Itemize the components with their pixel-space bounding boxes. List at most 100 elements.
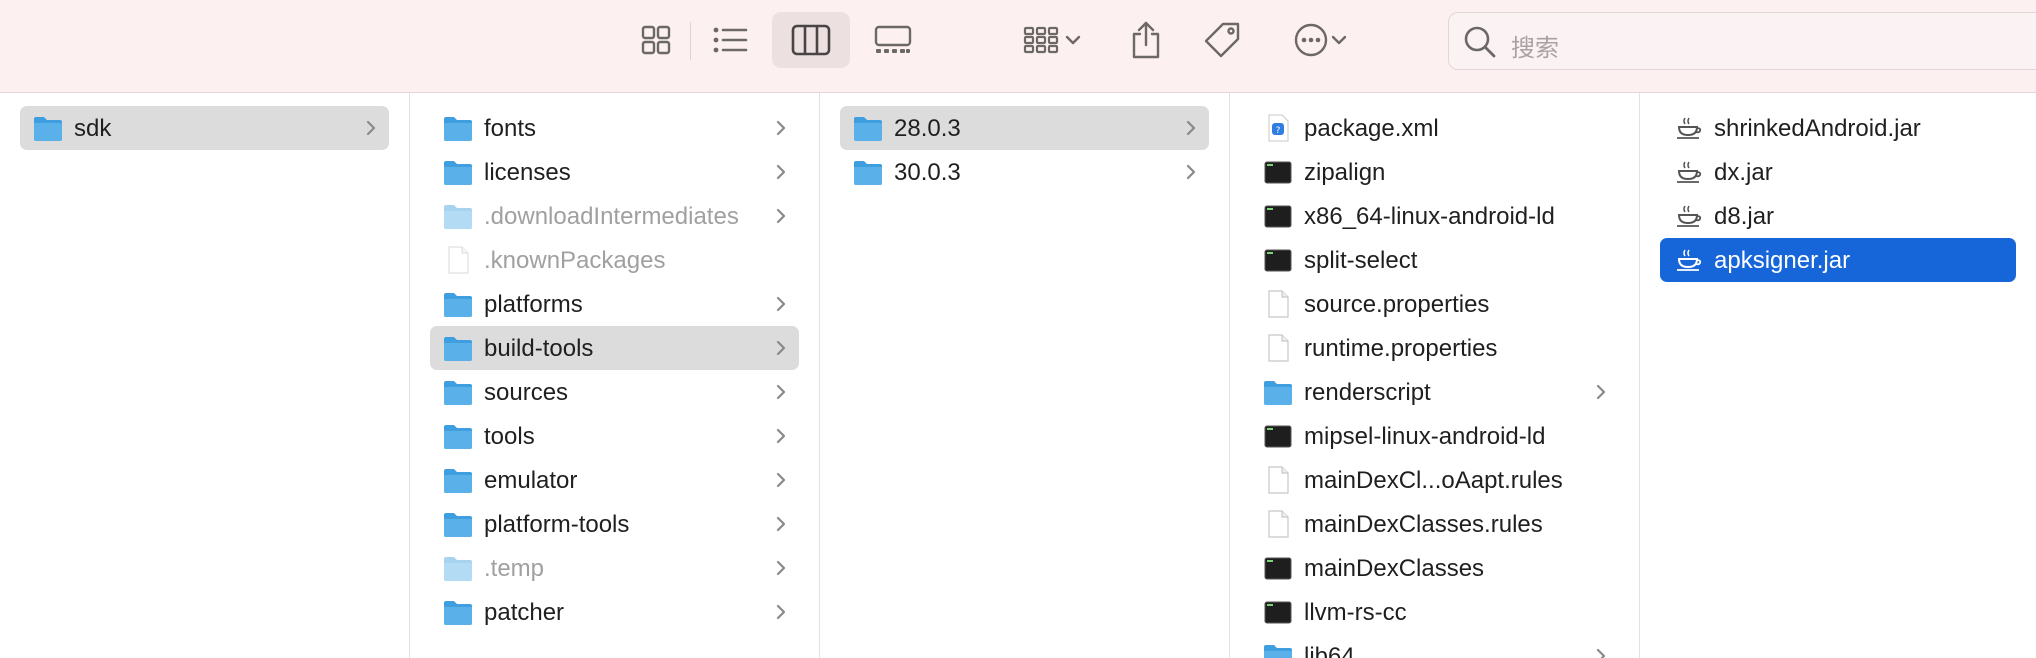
folder-row[interactable]: .temp [430, 546, 799, 590]
column-3[interactable]: 28.0.3 30.0.3 [820, 93, 1230, 658]
folder-row[interactable]: renderscript [1250, 370, 1619, 414]
folder-row[interactable]: licenses [430, 150, 799, 194]
file-row[interactable]: runtime.properties [1250, 326, 1619, 370]
file-row[interactable]: zipalign [1250, 150, 1619, 194]
file-row[interactable]: source.properties [1250, 282, 1619, 326]
group-button[interactable] [1012, 12, 1094, 68]
folder-row[interactable]: 30.0.3 [840, 150, 1209, 194]
folder-icon [32, 114, 64, 142]
share-button[interactable] [1124, 12, 1168, 68]
file-row[interactable]: apksigner.jar [1660, 238, 2016, 282]
item-name: x86_64-linux-android-ld [1304, 203, 1555, 230]
item-name: 28.0.3 [894, 115, 961, 142]
gallery-view-icon [874, 25, 912, 53]
folder-icon [852, 114, 884, 142]
file-row[interactable]: shrinkedAndroid.jar [1660, 106, 2016, 150]
folder-icon [442, 598, 474, 626]
tag-button[interactable] [1198, 12, 1246, 68]
search-placeholder: 搜索 [1511, 35, 1559, 62]
item-name: llvm-rs-cc [1304, 599, 1407, 626]
folder-icon [442, 466, 474, 494]
folder-icon [1262, 642, 1294, 658]
xml-file-icon: ? [1262, 114, 1294, 142]
terminal-exec-icon [1262, 598, 1294, 626]
file-row[interactable]: ? package.xml [1250, 106, 1619, 150]
document-icon [1262, 466, 1294, 494]
chevron-right-icon [769, 292, 793, 316]
icon-view-button[interactable] [630, 12, 682, 68]
file-row[interactable]: mainDexClasses [1250, 546, 1619, 590]
chevron-right-icon [1589, 380, 1613, 404]
folder-row[interactable]: 28.0.3 [840, 106, 1209, 150]
item-name: emulator [484, 467, 578, 494]
folder-icon [442, 334, 474, 362]
folder-icon [442, 510, 474, 538]
item-name: package.xml [1304, 115, 1439, 142]
folder-row[interactable]: sdk [20, 106, 389, 150]
column-4[interactable]: ? package.xml zipalign x86_64-linux-andr… [1230, 93, 1640, 658]
item-name: platform-tools [484, 511, 630, 538]
folder-row[interactable]: platforms [430, 282, 799, 326]
chevron-right-icon [1179, 116, 1203, 140]
folder-row[interactable]: build-tools [430, 326, 799, 370]
item-name: lib64 [1304, 643, 1355, 658]
folder-row[interactable]: platform-tools [430, 502, 799, 546]
item-name: shrinkedAndroid.jar [1714, 115, 1921, 142]
file-row[interactable]: dx.jar [1660, 150, 2016, 194]
item-name: renderscript [1304, 379, 1431, 406]
document-icon [1262, 334, 1294, 362]
chevron-right-icon [769, 336, 793, 360]
java-jar-icon [1672, 246, 1704, 274]
chevron-right-icon [769, 556, 793, 580]
file-row[interactable]: .knownPackages [430, 238, 799, 282]
file-row[interactable]: llvm-rs-cc [1250, 590, 1619, 634]
chevron-right-icon [769, 116, 793, 140]
folder-icon [442, 290, 474, 318]
list-view-button[interactable] [702, 12, 758, 68]
item-name: build-tools [484, 335, 594, 362]
file-row[interactable]: mipsel-linux-android-ld [1250, 414, 1619, 458]
search-field[interactable]: 搜索 [1448, 12, 2036, 70]
column-view-icon [791, 24, 831, 56]
more-actions-button[interactable] [1282, 12, 1360, 68]
file-row[interactable]: d8.jar [1660, 194, 2016, 238]
item-name: runtime.properties [1304, 335, 1498, 362]
item-name: fonts [484, 115, 537, 142]
item-name: mipsel-linux-android-ld [1304, 423, 1546, 450]
item-name: .knownPackages [484, 247, 666, 274]
document-icon [1262, 290, 1294, 318]
folder-row[interactable]: tools [430, 414, 799, 458]
folder-row[interactable]: .downloadIntermediates [430, 194, 799, 238]
item-name: mainDexCl...oAapt.rules [1304, 467, 1563, 494]
java-jar-icon [1672, 202, 1704, 230]
item-name: licenses [484, 159, 571, 186]
chevron-right-icon [769, 204, 793, 228]
folder-row[interactable]: patcher [430, 590, 799, 634]
gallery-view-button[interactable] [862, 12, 924, 68]
item-name: patcher [484, 599, 565, 626]
tag-icon [1204, 22, 1240, 58]
group-icon [1023, 26, 1059, 54]
file-row[interactable]: mainDexCl...oAapt.rules [1250, 458, 1619, 502]
file-row[interactable]: mainDexClasses.rules [1250, 502, 1619, 546]
chevron-down-icon [1331, 35, 1347, 45]
terminal-exec-icon [1262, 158, 1294, 186]
folder-row[interactable]: lib64 [1250, 634, 1619, 658]
column-view-button[interactable] [772, 12, 850, 68]
folder-row[interactable]: fonts [430, 106, 799, 150]
terminal-exec-icon [1262, 422, 1294, 450]
chevron-right-icon [769, 468, 793, 492]
column-1[interactable]: sdk [0, 93, 410, 658]
chevron-right-icon [769, 600, 793, 624]
folder-icon [1262, 378, 1294, 406]
file-row[interactable]: x86_64-linux-android-ld [1250, 194, 1619, 238]
item-name: sdk [74, 115, 112, 142]
file-row[interactable]: split-select [1250, 238, 1619, 282]
chevron-right-icon [769, 424, 793, 448]
column-2[interactable]: fonts licenses .downloadIntermediates .k… [410, 93, 820, 658]
item-name: mainDexClasses [1304, 555, 1485, 582]
column-5[interactable]: shrinkedAndroid.jar dx.jar d8.jar apksig… [1640, 93, 2036, 658]
item-name: split-select [1304, 247, 1418, 274]
folder-row[interactable]: emulator [430, 458, 799, 502]
folder-row[interactable]: sources [430, 370, 799, 414]
